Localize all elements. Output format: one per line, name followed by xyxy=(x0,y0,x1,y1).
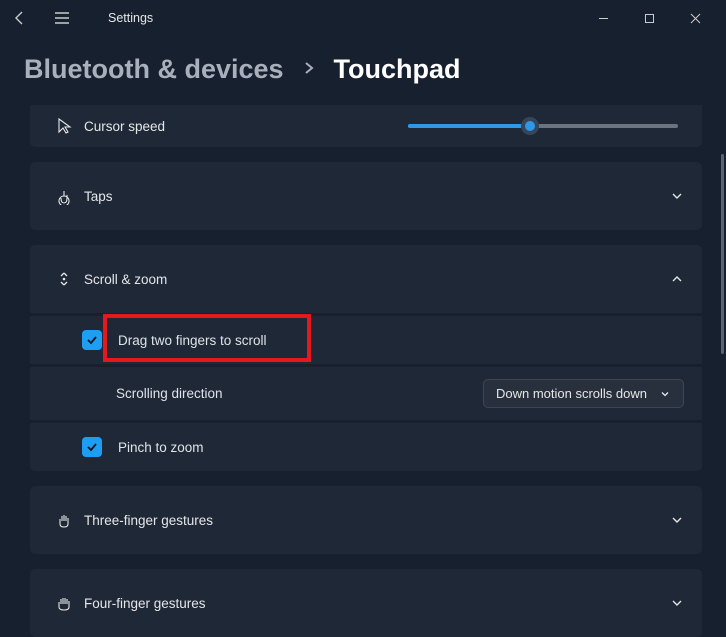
chevron-down-icon xyxy=(670,513,684,527)
pinch-to-zoom-row: Pinch to zoom xyxy=(30,423,702,471)
minimize-button[interactable] xyxy=(580,2,626,34)
chevron-up-icon xyxy=(670,272,684,286)
breadcrumb-current: Touchpad xyxy=(334,54,461,85)
scrollbar[interactable] xyxy=(721,154,724,354)
titlebar: Settings xyxy=(0,0,726,36)
chevron-down-icon xyxy=(659,388,671,400)
app-title: Settings xyxy=(108,11,153,25)
pinch-to-zoom-checkbox[interactable] xyxy=(82,437,102,457)
chevron-down-icon xyxy=(670,596,684,610)
maximize-button[interactable] xyxy=(626,2,672,34)
chevron-right-icon xyxy=(302,58,316,81)
four-finger-label: Four-finger gestures xyxy=(84,596,670,611)
breadcrumb: Bluetooth & devices Touchpad xyxy=(0,36,726,105)
cursor-speed-row: Cursor speed xyxy=(30,105,702,147)
cursor-speed-label: Cursor speed xyxy=(84,119,408,134)
scroll-icon xyxy=(44,270,84,288)
back-button[interactable] xyxy=(8,6,32,30)
four-finger-row[interactable]: Four-finger gestures xyxy=(30,569,702,637)
pinch-to-zoom-label: Pinch to zoom xyxy=(118,440,684,455)
drag-two-fingers-checkbox[interactable] xyxy=(82,330,102,350)
taps-row[interactable]: Taps xyxy=(30,162,702,230)
cursor-speed-slider[interactable] xyxy=(408,124,678,128)
scroll-zoom-row[interactable]: Scroll & zoom xyxy=(30,245,702,313)
scrolling-direction-value: Down motion scrolls down xyxy=(496,386,647,401)
content: Cursor speed Taps Scroll & zoom xyxy=(0,105,726,637)
three-finger-icon xyxy=(44,511,84,529)
close-button[interactable] xyxy=(672,2,718,34)
scrolling-direction-row: Scrolling direction Down motion scrolls … xyxy=(30,367,702,420)
scroll-zoom-label: Scroll & zoom xyxy=(84,272,670,287)
cursor-icon xyxy=(44,117,84,135)
breadcrumb-parent[interactable]: Bluetooth & devices xyxy=(24,54,284,85)
scrolling-direction-label: Scrolling direction xyxy=(116,386,483,401)
chevron-down-icon xyxy=(670,189,684,203)
three-finger-label: Three-finger gestures xyxy=(84,513,670,528)
scrolling-direction-dropdown[interactable]: Down motion scrolls down xyxy=(483,379,684,408)
drag-two-fingers-label: Drag two fingers to scroll xyxy=(118,333,684,348)
three-finger-row[interactable]: Three-finger gestures xyxy=(30,486,702,554)
four-finger-icon xyxy=(44,594,84,612)
tap-icon xyxy=(44,187,84,205)
taps-label: Taps xyxy=(84,189,670,204)
hamburger-menu-button[interactable] xyxy=(50,6,74,30)
drag-two-fingers-row: Drag two fingers to scroll xyxy=(30,316,702,364)
